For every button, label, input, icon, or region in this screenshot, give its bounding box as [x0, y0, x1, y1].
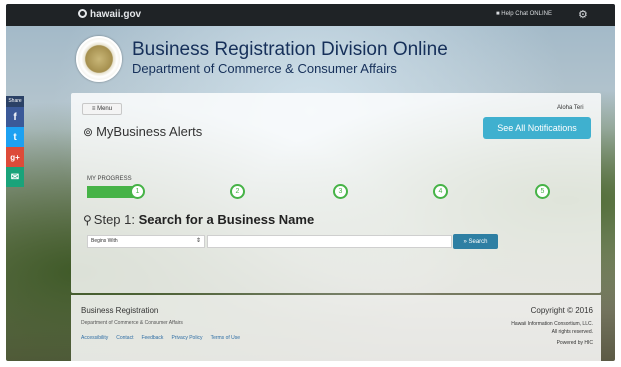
search-type-select[interactable]: Begins With ⇕ [87, 235, 205, 248]
alerts-heading: ⊚ MyBusiness Alerts [83, 124, 202, 139]
footer-link-feedback[interactable]: Feedback [141, 335, 163, 341]
company-text: Hawaii Information Consortium, LLC. [511, 321, 593, 327]
step-heading: ⚲ Step 1: Search for a Business Name [83, 212, 314, 227]
footer-link-accessibility[interactable]: Accessibility [81, 335, 108, 341]
footer-link-terms[interactable]: Terms of Use [211, 335, 240, 341]
facebook-icon[interactable]: f [6, 107, 24, 127]
binoculars-icon: ⊚ [83, 125, 94, 139]
progress-step-4: 4 [433, 184, 448, 199]
share-label: Share [6, 96, 24, 107]
step-prefix: Step 1: [93, 212, 135, 227]
gear-icon[interactable]: ⚙ [578, 8, 588, 21]
step-title: Search for a Business Name [138, 212, 315, 227]
share-bar: Share f t g+ ✉ [6, 96, 24, 187]
footer-link-privacy[interactable]: Privacy Policy [171, 335, 202, 341]
hawaii-logo-icon [78, 9, 87, 18]
site-header: Business Registration Division Online De… [71, 30, 601, 92]
hawaii-gov-logo[interactable]: hawaii.gov [78, 9, 141, 20]
see-all-notifications-button[interactable]: See All Notifications [483, 117, 591, 139]
browser-frame: hawaii.gov ■ Help Chat ONLINE ⚙ Business… [6, 4, 615, 361]
select-caret-icon: ⇕ [195, 238, 201, 244]
search-icon: ⚲ [83, 213, 92, 227]
help-chat-link[interactable]: ■ Help Chat ONLINE [496, 11, 552, 17]
main-panel: ≡ Menu Aloha Teri ⊚ MyBusiness Alerts See… [71, 93, 601, 293]
footer-title: Business Registration [81, 306, 159, 315]
powered-by-text[interactable]: Powered by HIC [511, 340, 593, 346]
progress-label: MY PROGRESS [87, 176, 132, 182]
progress-step-5: 5 [535, 184, 550, 199]
top-bar: hawaii.gov ■ Help Chat ONLINE ⚙ [6, 4, 615, 26]
business-name-input[interactable] [207, 235, 452, 248]
search-type-value: Begins With [91, 238, 118, 244]
footer-links: Accessibility Contact Feedback Privacy P… [81, 335, 240, 341]
user-name[interactable]: Aloha Teri [557, 105, 584, 111]
search-button[interactable]: » Search [453, 234, 498, 249]
state-seal-icon [76, 36, 122, 82]
page-title: Business Registration Division Online [132, 39, 448, 60]
footer-link-contact[interactable]: Contact [116, 335, 133, 341]
progress-step-2: 2 [230, 184, 245, 199]
page-subtitle: Department of Commerce & Consumer Affair… [132, 61, 397, 76]
googleplus-icon[interactable]: g+ [6, 147, 24, 167]
progress-step-1: 1 [130, 184, 145, 199]
menu-button[interactable]: ≡ Menu [82, 103, 122, 115]
alerts-title-text: MyBusiness Alerts [96, 124, 203, 139]
footer-subtitle: Department of Commerce & Consumer Affair… [81, 320, 183, 326]
rights-text: All rights reserved. [551, 329, 593, 335]
twitter-icon[interactable]: t [6, 127, 24, 147]
footer-copyright-block: Copyright © 2016 Hawaii Information Cons… [511, 306, 593, 346]
progress-step-3: 3 [333, 184, 348, 199]
logo-text: hawaii.gov [90, 9, 142, 20]
copyright-text: Copyright © 2016 [530, 306, 593, 315]
page-footer: Business Registration Department of Comm… [71, 295, 601, 361]
email-icon[interactable]: ✉ [6, 167, 24, 187]
